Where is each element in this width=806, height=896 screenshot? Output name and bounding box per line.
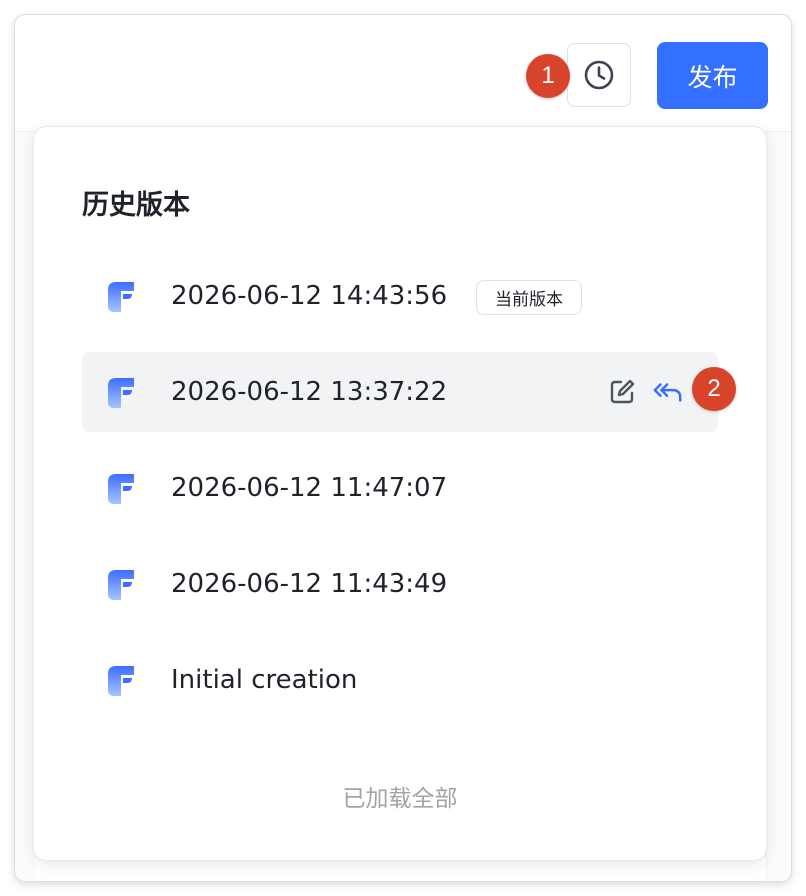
history-button[interactable] — [567, 43, 631, 107]
version-row-2[interactable]: 2026-06-12 13:37:22 — [82, 352, 718, 432]
panel-title: 历史版本 — [82, 190, 190, 221]
version-label: 2026-06-12 14:43:56 — [171, 281, 448, 311]
editor-left-edge — [15, 132, 35, 881]
doc-icon — [108, 474, 134, 504]
editor-right-edge — [766, 132, 791, 881]
restore-icon — [653, 383, 682, 402]
version-label: Initial creation — [171, 665, 358, 695]
doc-icon — [108, 666, 134, 696]
version-label: 2026-06-12 11:47:07 — [171, 473, 448, 503]
loaded-all-text: 已加载全部 — [342, 786, 458, 812]
rename-version-button[interactable] — [606, 376, 638, 408]
doc-icon — [108, 282, 134, 312]
version-row-4[interactable]: 2026-06-12 11:43:49 — [82, 544, 718, 624]
step-marker-2: 2 — [692, 367, 736, 411]
version-history-panel: 历史版本 2026-06-12 14:43:56 当前版本 2026-06-12… — [34, 127, 766, 860]
version-row-3[interactable]: 2026-06-12 11:47:07 — [82, 448, 718, 528]
step-marker-1: 1 — [526, 54, 570, 98]
doc-icon — [108, 570, 134, 600]
version-label: 2026-06-12 11:43:49 — [171, 569, 448, 599]
publish-button[interactable]: 发布 — [657, 42, 768, 109]
version-row-1[interactable]: 2026-06-12 14:43:56 当前版本 — [82, 256, 718, 336]
version-label: 2026-06-12 13:37:22 — [171, 377, 448, 407]
edit-icon — [610, 379, 635, 404]
doc-icon — [108, 378, 134, 408]
restore-version-button[interactable] — [652, 376, 684, 408]
current-version-badge: 当前版本 — [476, 280, 582, 315]
clock-icon — [584, 60, 614, 90]
version-row-5[interactable]: Initial creation — [82, 640, 718, 720]
